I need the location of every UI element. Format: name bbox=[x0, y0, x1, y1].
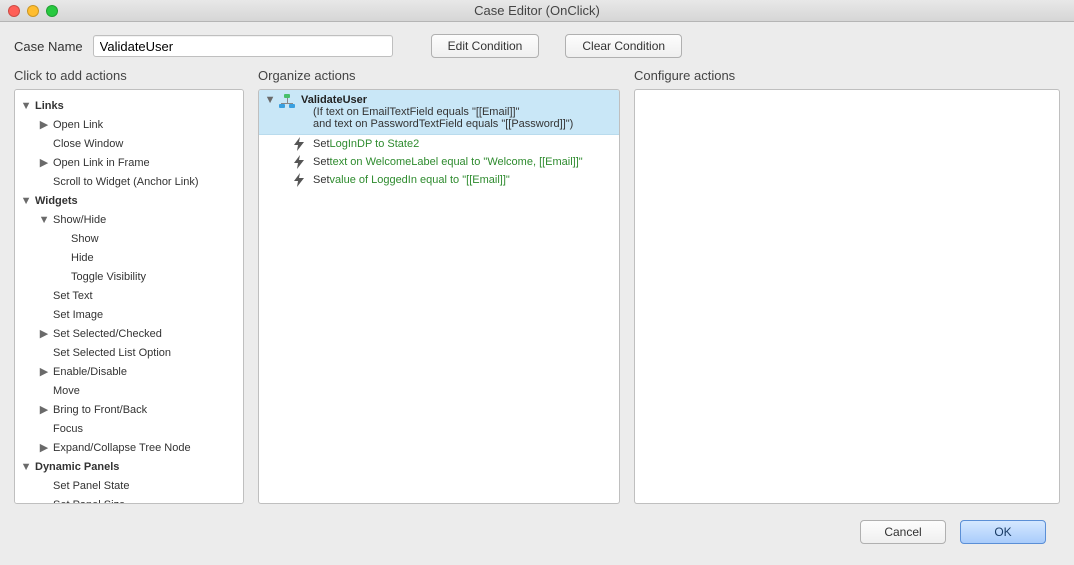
tree-item-expand-collapse[interactable]: ▶Expand/Collapse Tree Node bbox=[15, 438, 243, 457]
tree-item-set-text[interactable]: Set Text bbox=[15, 286, 243, 305]
tree-item-set-panel-state[interactable]: Set Panel State bbox=[15, 476, 243, 495]
edit-condition-button[interactable]: Edit Condition bbox=[431, 34, 540, 58]
window-controls bbox=[8, 5, 58, 17]
tree-item-open-link-frame[interactable]: ▶Open Link in Frame bbox=[15, 153, 243, 172]
zoom-window-icon[interactable] bbox=[46, 5, 58, 17]
cancel-button[interactable]: Cancel bbox=[860, 520, 946, 544]
organize-actions-column: Organize actions ▼ ValidateUser (If text… bbox=[258, 66, 620, 504]
organize-actions-panel: ▼ ValidateUser (If text on EmailTextFiel… bbox=[258, 89, 620, 504]
action-row[interactable]: Set value of LoggedIn equal to "[[Email]… bbox=[259, 171, 619, 189]
case-name-label: Case Name bbox=[14, 39, 83, 54]
chevron-down-icon: ▼ bbox=[21, 101, 31, 111]
ok-button[interactable]: OK bbox=[960, 520, 1046, 544]
tree-item-move[interactable]: Move bbox=[15, 381, 243, 400]
action-prefix: Set bbox=[313, 138, 330, 150]
chevron-down-icon: ▼ bbox=[21, 196, 31, 206]
tree-item-set-selected[interactable]: ▶Set Selected/Checked bbox=[15, 324, 243, 343]
action-prefix: Set bbox=[313, 156, 330, 168]
case-name-input[interactable] bbox=[93, 35, 393, 57]
dialog-footer: Cancel OK bbox=[0, 514, 1074, 554]
action-value: value of LoggedIn equal to "[[Email]]" bbox=[330, 174, 510, 186]
chevron-right-icon: ▶ bbox=[39, 367, 49, 377]
lightning-icon bbox=[293, 155, 305, 169]
configure-actions-column: Configure actions bbox=[634, 66, 1060, 504]
tree-item-bring-front-back[interactable]: ▶Bring to Front/Back bbox=[15, 400, 243, 419]
action-row[interactable]: Set LogInDP to State2 bbox=[259, 135, 619, 153]
tree-item-enable-disable[interactable]: ▶Enable/Disable bbox=[15, 362, 243, 381]
actions-tree-panel: ▼Links ▶Open Link Close Window ▶Open Lin… bbox=[14, 89, 244, 504]
tree-item-set-selected-list[interactable]: Set Selected List Option bbox=[15, 343, 243, 362]
case-name-text: ValidateUser bbox=[301, 94, 613, 106]
chevron-down-icon: ▼ bbox=[21, 462, 31, 472]
tree-item-toggle-visibility[interactable]: Toggle Visibility bbox=[15, 267, 243, 286]
tree-item-set-image[interactable]: Set Image bbox=[15, 305, 243, 324]
chevron-right-icon: ▶ bbox=[39, 329, 49, 339]
tree-category-dynamic-panels[interactable]: ▼Dynamic Panels bbox=[15, 457, 243, 476]
action-value: LogInDP to State2 bbox=[330, 138, 420, 150]
chevron-right-icon: ▶ bbox=[39, 443, 49, 453]
case-condition-line1: (If text on EmailTextField equals "[[Ema… bbox=[301, 106, 613, 118]
tree-item-show[interactable]: Show bbox=[15, 229, 243, 248]
close-window-icon[interactable] bbox=[8, 5, 20, 17]
clear-condition-button[interactable]: Clear Condition bbox=[565, 34, 682, 58]
tree-item-focus[interactable]: Focus bbox=[15, 419, 243, 438]
chevron-right-icon: ▶ bbox=[39, 405, 49, 415]
action-row[interactable]: Set text on WelcomeLabel equal to "Welco… bbox=[259, 153, 619, 171]
lightning-icon bbox=[293, 173, 305, 187]
add-actions-header: Click to add actions bbox=[14, 66, 244, 89]
tree-item-close-window[interactable]: Close Window bbox=[15, 134, 243, 153]
configure-actions-panel bbox=[634, 89, 1060, 504]
tree-category-widgets[interactable]: ▼Widgets bbox=[15, 191, 243, 210]
organize-actions-header: Organize actions bbox=[258, 66, 620, 89]
tree-item-scroll-to-widget[interactable]: Scroll to Widget (Anchor Link) bbox=[15, 172, 243, 191]
add-actions-column: Click to add actions ▼Links ▶Open Link C… bbox=[14, 66, 244, 504]
case-condition-line2: and text on PasswordTextField equals "[[… bbox=[301, 118, 613, 130]
tree-item-set-panel-size[interactable]: Set Panel Size bbox=[15, 495, 243, 504]
chevron-down-icon: ▼ bbox=[39, 215, 49, 225]
tree-item-hide[interactable]: Hide bbox=[15, 248, 243, 267]
case-header-row: Case Name Edit Condition Clear Condition bbox=[0, 22, 1074, 66]
minimize-window-icon[interactable] bbox=[27, 5, 39, 17]
case-icon bbox=[279, 94, 295, 108]
action-value: text on WelcomeLabel equal to "Welcome, … bbox=[330, 156, 583, 168]
chevron-right-icon: ▶ bbox=[39, 120, 49, 130]
tree-item-open-link[interactable]: ▶Open Link bbox=[15, 115, 243, 134]
case-header[interactable]: ▼ ValidateUser (If text on EmailTextFiel… bbox=[259, 90, 619, 135]
actions-tree: ▼Links ▶Open Link Close Window ▶Open Lin… bbox=[15, 90, 243, 504]
tree-category-links[interactable]: ▼Links bbox=[15, 96, 243, 115]
chevron-right-icon: ▶ bbox=[39, 158, 49, 168]
window-title: Case Editor (OnClick) bbox=[0, 3, 1074, 18]
chevron-down-icon: ▼ bbox=[265, 95, 275, 105]
titlebar: Case Editor (OnClick) bbox=[0, 0, 1074, 22]
configure-actions-header: Configure actions bbox=[634, 66, 1060, 89]
action-prefix: Set bbox=[313, 174, 330, 186]
tree-item-show-hide[interactable]: ▼Show/Hide bbox=[15, 210, 243, 229]
lightning-icon bbox=[293, 137, 305, 151]
